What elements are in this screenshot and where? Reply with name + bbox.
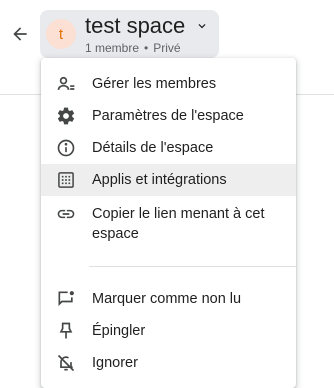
space-avatar: t (46, 19, 76, 49)
menu-item-label: Paramètres de l'espace (92, 108, 244, 124)
menu-item-label-line2: espace (92, 226, 139, 242)
visibility-label: Privé (153, 41, 181, 55)
menu-item-apps-integrations[interactable]: Applis et intégrations (41, 164, 296, 196)
meta-separator: • (144, 41, 149, 55)
arrow-left-icon (13, 27, 27, 41)
back-button[interactable] (8, 22, 32, 46)
menu-item-label: Applis et intégrations (92, 172, 227, 188)
menu-item-mark-unread[interactable]: Marquer comme non lu (41, 283, 296, 315)
space-header-button[interactable]: t test space 1 membre • Privé (40, 10, 219, 58)
apps-grid-icon (56, 170, 76, 190)
menu-item-label-line1: Copier le lien menant à cet (92, 206, 265, 222)
member-count: 1 membre (85, 41, 140, 55)
menu-item-label: Marquer comme non lu (92, 291, 242, 307)
chevron-down-icon (195, 19, 209, 33)
menu-item-label: Détails de l'espace (92, 140, 214, 156)
menu-item-label: Gérer les membres (92, 76, 217, 92)
menu-item-manage-members[interactable]: Gérer les membres (41, 68, 296, 100)
menu-item-copy-link[interactable]: Copier le lien menant à cet espace (41, 196, 296, 252)
menu-item-mute[interactable]: Ignorer (41, 347, 296, 379)
link-icon (56, 204, 76, 224)
space-title: test space (85, 13, 186, 38)
info-icon (56, 138, 76, 158)
menu-item-space-settings[interactable]: Paramètres de l'espace (41, 100, 296, 132)
mute-icon (56, 353, 76, 373)
gear-icon (56, 106, 76, 126)
pin-icon (56, 321, 76, 341)
menu-divider (89, 266, 296, 267)
space-options-menu: Gérer les membres Paramètres de l'espace… (41, 58, 296, 388)
menu-item-label: Ignorer (92, 355, 138, 371)
space-meta: 1 membre • Privé (85, 41, 181, 55)
menu-item-space-details[interactable]: Détails de l'espace (41, 132, 296, 164)
manage-members-icon (56, 74, 76, 94)
menu-item-label: Épingler (92, 323, 146, 339)
menu-item-pin[interactable]: Épingler (41, 315, 296, 347)
mark-unread-icon (56, 289, 76, 309)
